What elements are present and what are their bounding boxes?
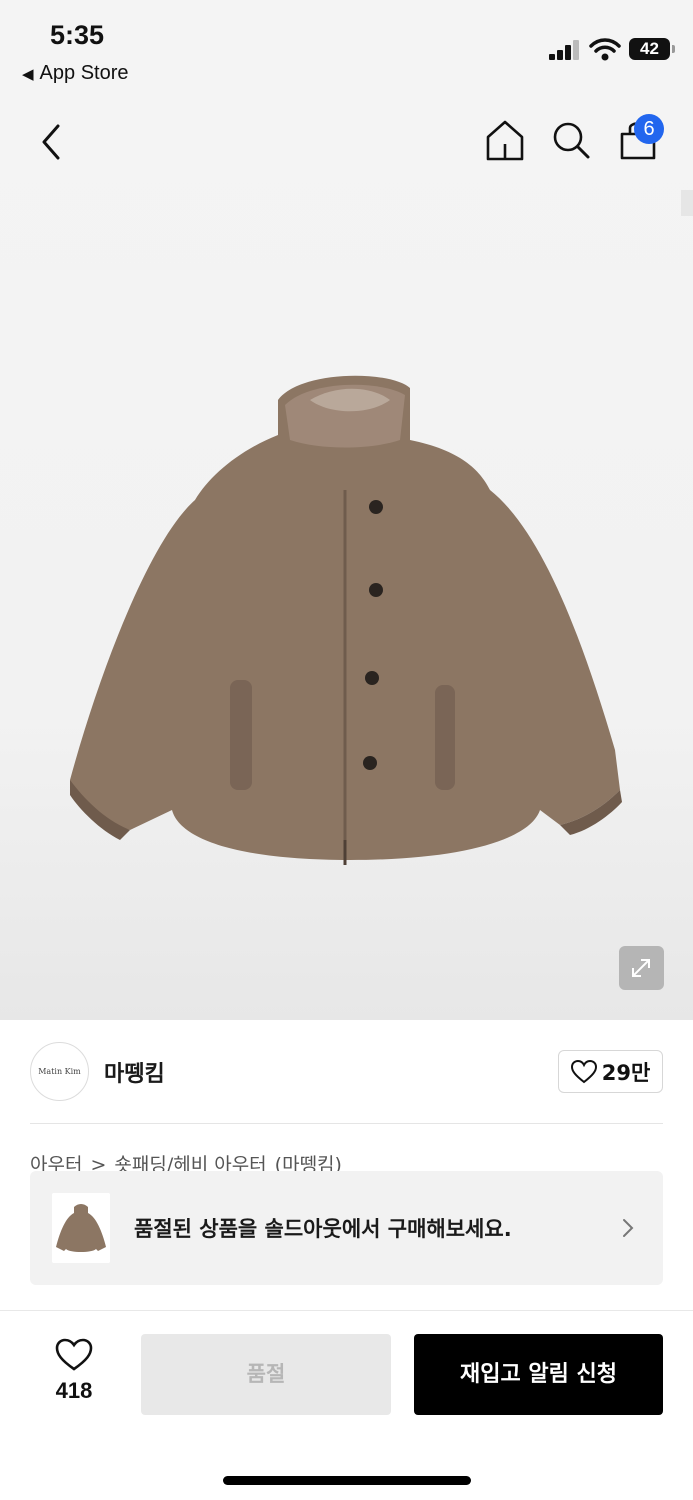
brand-row: Matin Kim 마뗑킴 29만 — [30, 1040, 663, 1104]
wishlist-count: 418 — [55, 1378, 93, 1403]
chevron-right-icon — [623, 1219, 634, 1237]
status-bar: 5:35 ◀ App Store 42 — [0, 0, 693, 100]
scroll-indicator — [681, 190, 693, 216]
back-triangle-icon: ◀ — [22, 66, 34, 83]
heart-icon — [55, 1338, 93, 1371]
wifi-icon — [589, 38, 621, 61]
product-jacket-image — [70, 375, 622, 865]
wishlist-button[interactable]: 418 — [36, 1338, 112, 1404]
heart-icon — [570, 1059, 597, 1083]
home-indicator — [223, 1476, 471, 1485]
back-chevron-icon — [42, 124, 60, 160]
soldout-banner-text: 품절된 상품을 솔드아웃에서 구매해보세요. — [134, 1217, 512, 1241]
battery-icon: 42 — [629, 38, 675, 60]
back-button[interactable] — [36, 122, 70, 162]
status-time: 5:35 — [50, 20, 105, 50]
soldout-banner[interactable]: 품절된 상품을 솔드아웃에서 구매해보세요. — [30, 1171, 663, 1285]
brand-logo[interactable]: Matin Kim — [30, 1042, 89, 1101]
divider — [30, 1123, 663, 1124]
brand-name[interactable]: 마뗑킴 — [104, 1056, 165, 1088]
breadcrumb-item[interactable]: 숏패딩/헤비 아우터 — [114, 1154, 266, 1172]
home-button[interactable] — [483, 118, 527, 162]
back-to-app-store[interactable]: ◀ App Store — [22, 62, 129, 85]
brand-like-count: 29만 — [601, 1060, 651, 1085]
cart-count-badge: 6 — [634, 114, 664, 144]
soldout-button: 품절 — [141, 1334, 391, 1415]
breadcrumb: 아우터 > 숏패딩/헤비 아우터 (마뗑킴) — [30, 1150, 663, 1172]
expand-image-button[interactable] — [619, 946, 664, 990]
cellular-signal-icon — [549, 40, 581, 60]
search-button[interactable] — [550, 118, 594, 162]
home-icon — [486, 120, 524, 161]
restock-alert-button[interactable]: 재입고 알림 신청 — [414, 1334, 663, 1415]
search-icon — [553, 122, 590, 159]
breadcrumb-separator: > — [90, 1154, 107, 1172]
breadcrumb-item[interactable]: (마뗑킴) — [275, 1154, 342, 1172]
back-app-label: App Store — [39, 62, 129, 84]
brand-like-button[interactable]: 29만 — [558, 1050, 663, 1093]
expand-icon — [632, 959, 650, 977]
breadcrumb-item[interactable]: 아우터 — [30, 1154, 82, 1172]
soldout-product-thumbnail — [52, 1193, 110, 1263]
